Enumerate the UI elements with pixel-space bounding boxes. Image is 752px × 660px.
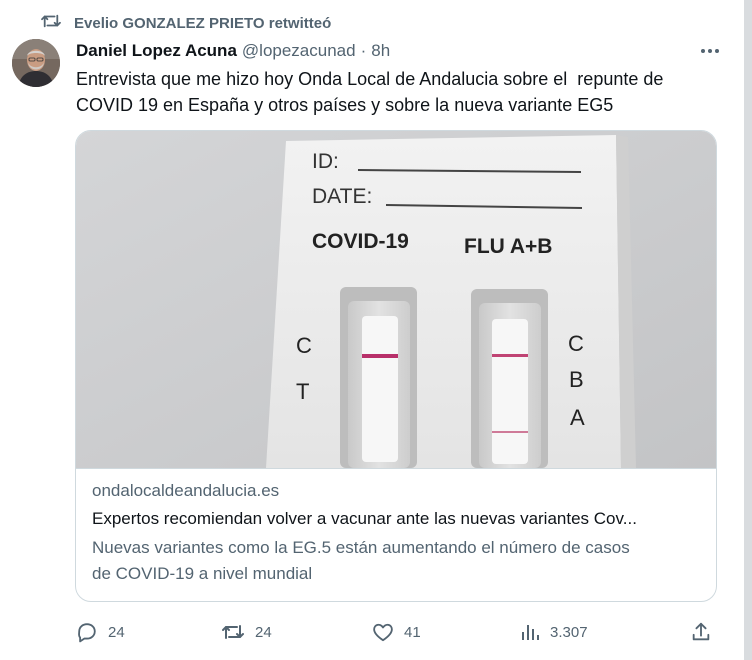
card-mark-t-left: T <box>296 379 309 404</box>
tweet-text-line: Entrevista que me hizo hoy Onda Local de… <box>76 69 664 89</box>
timestamp[interactable]: 8h <box>371 41 390 61</box>
separator-dot: · <box>360 41 367 60</box>
card-mark-c-right: C <box>568 331 584 356</box>
author-handle[interactable]: @lopezacunad <box>242 41 356 61</box>
like-icon <box>372 622 394 642</box>
reply-button[interactable]: 24 <box>76 618 125 646</box>
card-mark-b-right: B <box>569 367 584 392</box>
retweet-label[interactable]: Evelio GONZALEZ PRIETO retwitteó <box>74 15 331 32</box>
retweet-icon <box>221 622 245 642</box>
card-image[interactable]: ID: DATE: COVID-19 FLU A+B C T C B A <box>76 131 716 468</box>
like-button[interactable]: 41 <box>372 618 421 646</box>
author-name[interactable]: Daniel Lopez Acuna <box>76 41 237 61</box>
retweet-button[interactable]: 24 <box>221 618 272 646</box>
link-card[interactable]: ID: DATE: COVID-19 FLU A+B C T C B A ond… <box>75 130 717 602</box>
retweet-icon <box>40 12 62 35</box>
card-flu-label: FLU A+B <box>464 235 552 258</box>
views-count: 3.307 <box>550 623 588 641</box>
card-covid-label: COVID-19 <box>312 230 409 253</box>
more-options-icon[interactable] <box>698 40 722 62</box>
tweet-actions: 24 24 41 3.307 <box>76 618 716 646</box>
retweet-count: 24 <box>255 623 272 641</box>
card-description: Nuevas variantes como la EG.5 están aume… <box>92 535 704 587</box>
views-button[interactable]: 3.307 <box>520 618 588 646</box>
card-domain[interactable]: ondalocaldeandalucia.es <box>92 481 279 501</box>
card-meta[interactable]: ondalocaldeandalucia.es Expertos recomie… <box>76 468 716 601</box>
tweet-text: Entrevista que me hizo hoy Onda Local de… <box>76 66 716 118</box>
card-date-label: DATE: <box>312 185 372 208</box>
retweet-context: Evelio GONZALEZ PRIETO retwitteó <box>40 12 331 34</box>
window-edge <box>744 0 752 660</box>
reply-icon <box>76 621 98 643</box>
avatar[interactable] <box>12 39 60 87</box>
views-icon <box>520 622 540 642</box>
card-title[interactable]: Expertos recomiendan volver a vacunar an… <box>92 509 704 529</box>
card-description-line: de COVID-19 a nivel mundial <box>92 564 313 583</box>
reply-count: 24 <box>108 623 125 641</box>
card-description-line: Nuevas variantes como la EG.5 están aume… <box>92 538 630 557</box>
tweet-header: Daniel Lopez Acuna @lopezacunad · 8h <box>76 40 722 62</box>
like-count: 41 <box>404 623 421 641</box>
share-icon <box>690 621 712 643</box>
card-id-label: ID: <box>312 150 339 173</box>
card-mark-a-right: A <box>570 405 585 430</box>
share-button[interactable] <box>690 618 712 646</box>
card-mark-c-left: C <box>296 333 312 358</box>
tweet-text-line: COVID 19 en España y otros países y sobr… <box>76 95 614 115</box>
